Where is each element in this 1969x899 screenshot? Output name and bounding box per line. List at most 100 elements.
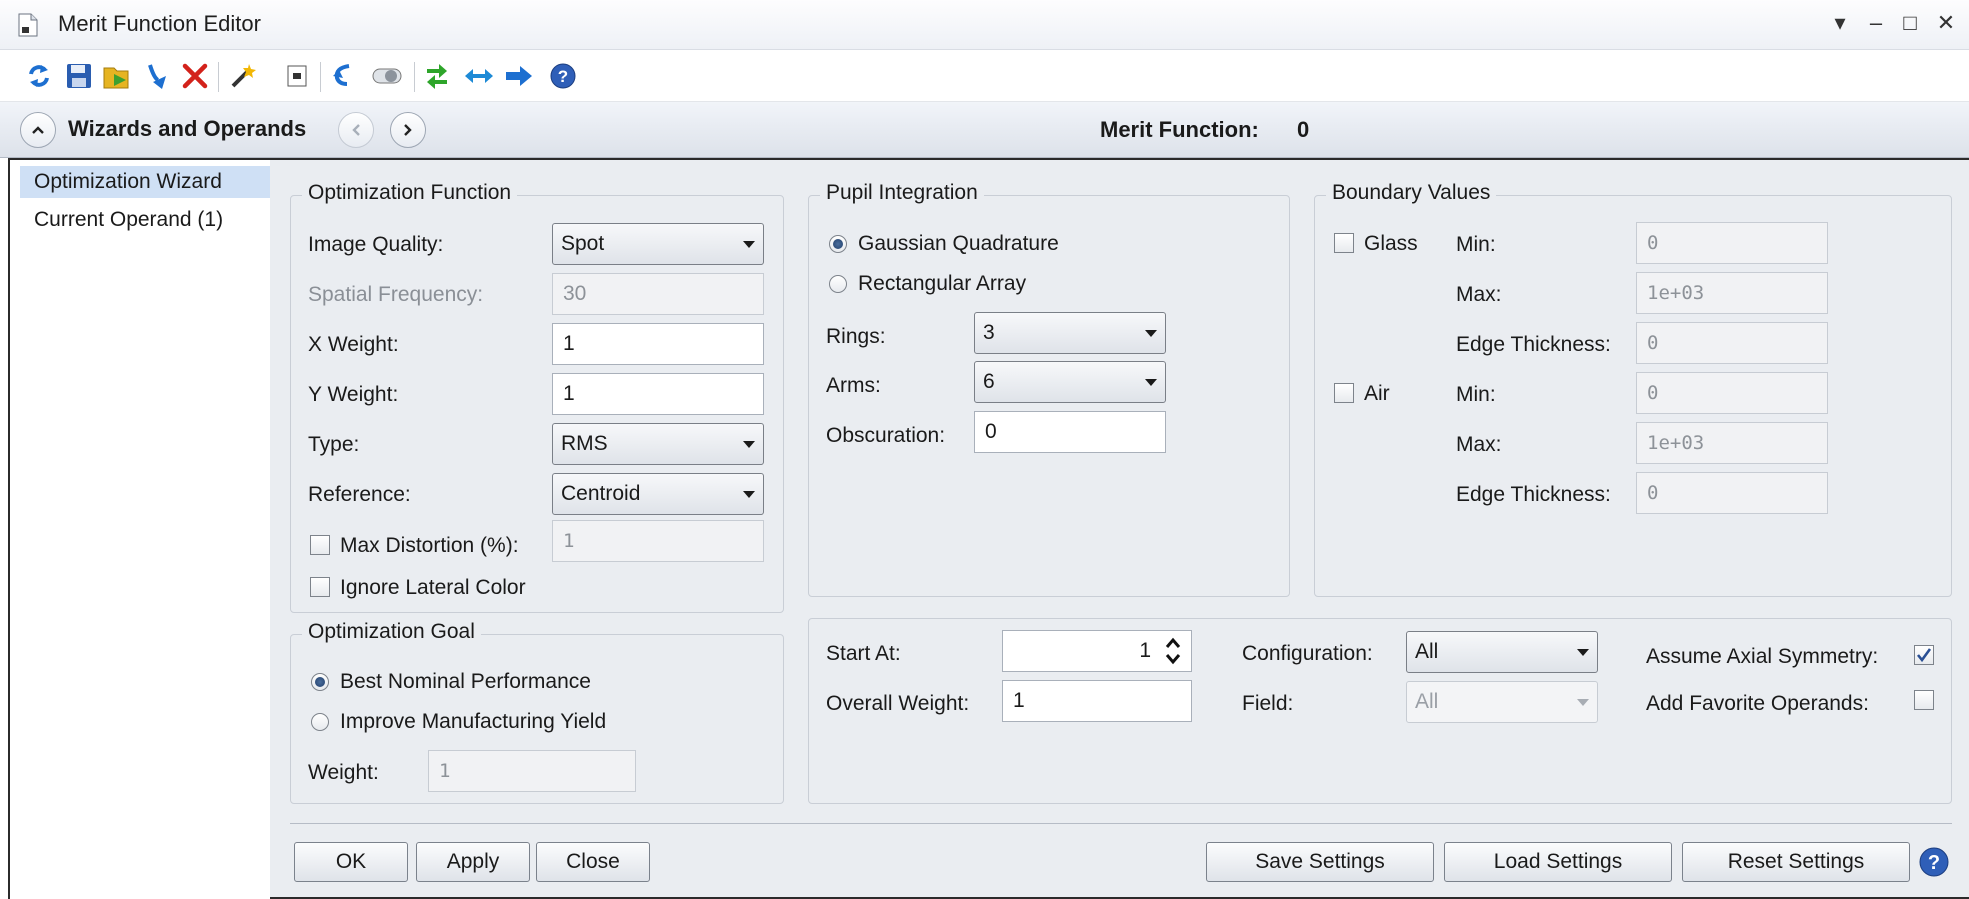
arms-select[interactable]: 6 <box>974 361 1166 403</box>
sync-icon[interactable] <box>420 58 454 94</box>
obscuration-input[interactable]: 0 <box>974 411 1166 453</box>
image-quality-label: Image Quality: <box>308 233 444 256</box>
start-at-label: Start At: <box>826 642 901 665</box>
reference-label: Reference: <box>308 483 411 506</box>
maximize-button[interactable]: □ <box>1896 8 1924 38</box>
best-nominal-radio[interactable] <box>311 673 329 691</box>
x-weight-input[interactable]: 1 <box>552 323 764 365</box>
minimize-button[interactable]: – <box>1862 8 1890 38</box>
save-settings-button[interactable]: Save Settings <box>1206 842 1434 882</box>
menu-dropdown-icon[interactable]: ▾ <box>1826 8 1854 38</box>
arrow-right-icon[interactable] <box>502 58 536 94</box>
close-window-button[interactable]: ✕ <box>1932 8 1960 38</box>
image-quality-select[interactable]: Spot <box>552 223 764 265</box>
merit-function-label: Merit Function: <box>1100 117 1259 142</box>
ok-button[interactable]: OK <box>294 842 408 882</box>
air-max-input[interactable]: 1e+03 <box>1636 422 1828 464</box>
glass-max-label: Max: <box>1456 283 1502 306</box>
air-edge-label: Edge Thickness: <box>1456 483 1611 506</box>
expand-icon[interactable] <box>462 58 496 94</box>
radio-selected-dot <box>315 677 325 687</box>
sidebar-item-current-operand[interactable]: Current Operand (1) <box>20 204 270 236</box>
improve-yield-radio[interactable] <box>311 713 329 731</box>
rectangular-array-label: Rectangular Array <box>858 272 1027 295</box>
app-icon <box>18 13 38 37</box>
improve-yield-label: Improve Manufacturing Yield <box>340 710 607 733</box>
pupil-integration-legend: Pupil Integration <box>820 181 984 205</box>
glass-min-input[interactable]: 0 <box>1636 222 1828 264</box>
svg-text:?: ? <box>1928 852 1940 874</box>
insert-icon[interactable] <box>140 58 174 94</box>
previous-button[interactable] <box>338 112 374 148</box>
collapse-button[interactable] <box>20 112 56 148</box>
spinner-icon[interactable] <box>1163 634 1183 668</box>
reset-settings-button[interactable]: Reset Settings <box>1682 842 1910 882</box>
air-checkbox[interactable] <box>1334 383 1354 403</box>
chevron-down-icon <box>743 440 755 448</box>
window-icon[interactable] <box>280 58 314 94</box>
air-edge-input[interactable]: 0 <box>1636 472 1828 514</box>
y-weight-input[interactable]: 1 <box>552 373 764 415</box>
save-icon[interactable] <box>62 58 96 94</box>
toggle-icon[interactable] <box>370 58 404 94</box>
goal-weight-label: Weight: <box>308 761 379 784</box>
best-nominal-label: Best Nominal Performance <box>340 670 591 693</box>
x-weight-label: X Weight: <box>308 333 399 356</box>
sidebar <box>10 160 270 899</box>
rings-value: 3 <box>983 321 995 344</box>
reference-select[interactable]: Centroid <box>552 473 764 515</box>
glass-checkbox[interactable] <box>1334 233 1354 253</box>
air-min-label: Min: <box>1456 383 1496 406</box>
apply-button[interactable]: Apply <box>416 842 530 882</box>
help-icon[interactable]: ? <box>546 58 580 94</box>
configuration-select[interactable]: All <box>1406 631 1598 673</box>
ignore-lateral-color-checkbox[interactable] <box>310 577 330 597</box>
glass-edge-input[interactable]: 0 <box>1636 322 1828 364</box>
divider <box>290 823 1952 824</box>
toolbar-separator <box>414 62 415 92</box>
close-button[interactable]: Close <box>536 842 650 882</box>
wizard-icon[interactable] <box>226 58 260 94</box>
spatial-frequency-input[interactable]: 30 <box>552 273 764 315</box>
reference-value: Centroid <box>561 482 641 505</box>
gaussian-quadrature-label: Gaussian Quadrature <box>858 232 1059 255</box>
goal-weight-input[interactable]: 1 <box>428 750 636 792</box>
load-settings-button[interactable]: Load Settings <box>1444 842 1672 882</box>
sidebar-item-optimization-wizard[interactable]: Optimization Wizard <box>20 166 270 198</box>
image-quality-value: Spot <box>561 232 605 255</box>
field-value: All <box>1415 690 1439 713</box>
rings-select[interactable]: 3 <box>974 312 1166 354</box>
air-min-input[interactable]: 0 <box>1636 372 1828 414</box>
favorite-operands-checkbox[interactable] <box>1914 690 1934 710</box>
section-title: Wizards and Operands <box>68 116 307 141</box>
chevron-down-icon <box>1145 329 1157 337</box>
gaussian-quadrature-radio[interactable] <box>829 235 847 253</box>
chevron-down-icon <box>1577 648 1589 656</box>
obscuration-label: Obscuration: <box>826 424 946 447</box>
optimization-goal-legend: Optimization Goal <box>302 620 481 644</box>
next-button[interactable] <box>390 112 426 148</box>
title-bar: Merit Function Editor ▾ – □ ✕ <box>0 0 1969 50</box>
glass-max-input[interactable]: 1e+03 <box>1636 272 1828 314</box>
load-icon[interactable] <box>100 58 134 94</box>
type-select[interactable]: RMS <box>552 423 764 465</box>
delete-icon[interactable] <box>178 58 212 94</box>
field-select[interactable]: All <box>1406 681 1598 723</box>
arms-label: Arms: <box>826 374 881 397</box>
undo-icon[interactable] <box>326 58 360 94</box>
rectangular-array-radio[interactable] <box>829 275 847 293</box>
overall-weight-input[interactable]: 1 <box>1002 680 1192 722</box>
max-distortion-label: Max Distortion (%): <box>340 534 519 557</box>
max-distortion-input[interactable]: 1 <box>552 520 764 562</box>
air-max-label: Max: <box>1456 433 1502 456</box>
axial-symmetry-checkbox[interactable] <box>1914 645 1934 665</box>
glass-min-label: Min: <box>1456 233 1496 256</box>
boundary-values-legend: Boundary Values <box>1326 181 1497 205</box>
max-distortion-checkbox[interactable] <box>310 535 330 555</box>
type-label: Type: <box>308 433 360 456</box>
merit-function-value: 0 <box>1297 117 1310 142</box>
window-title: Merit Function Editor <box>58 11 261 36</box>
help-icon[interactable]: ? <box>1918 846 1950 878</box>
y-weight-label: Y Weight: <box>308 383 399 406</box>
refresh-icon[interactable] <box>22 58 56 94</box>
